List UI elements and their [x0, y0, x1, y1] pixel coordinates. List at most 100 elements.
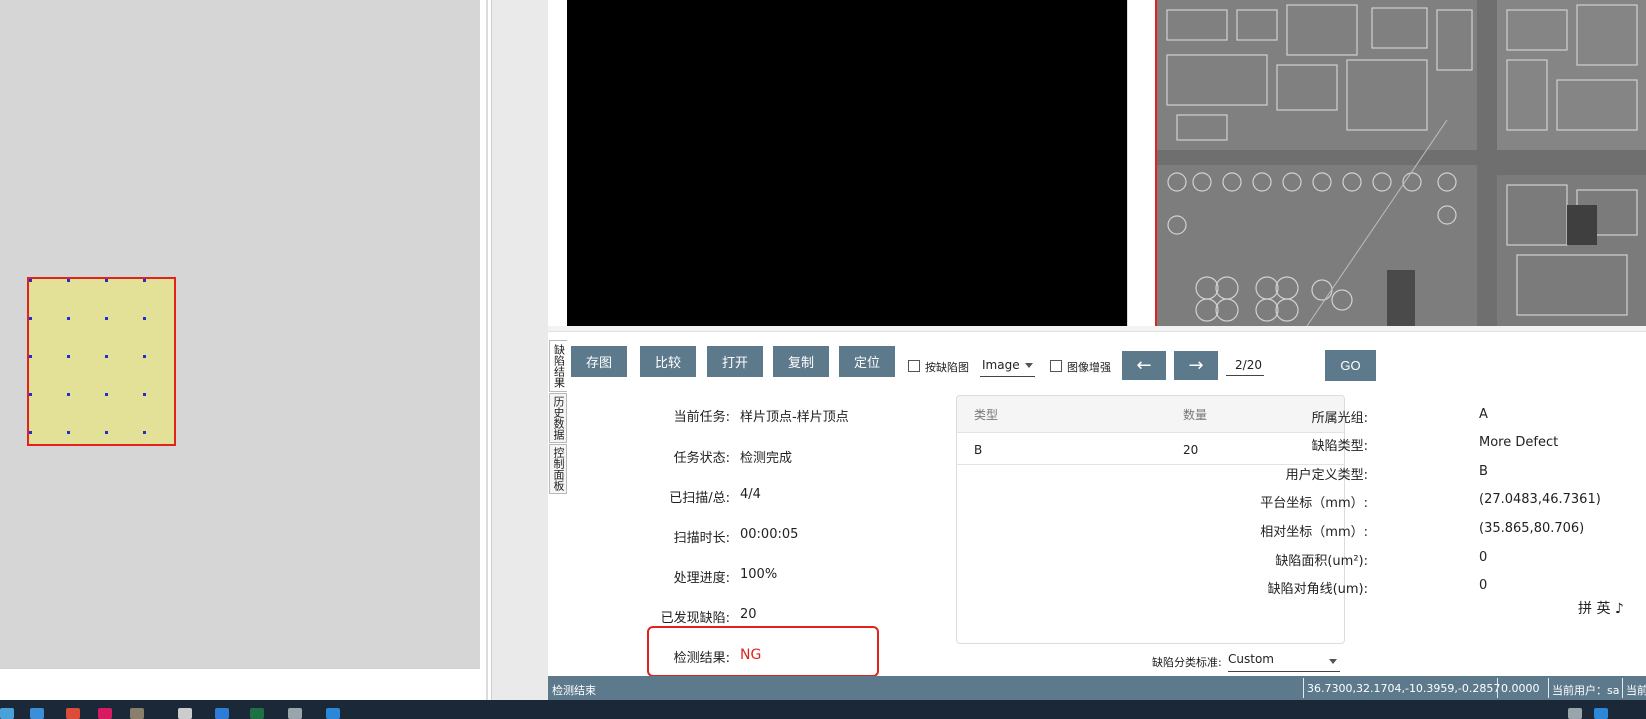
current-task-label: 当前任务:: [673, 410, 730, 425]
scan-point: [29, 393, 32, 396]
page-indicator-input[interactable]: 2/20: [1226, 358, 1264, 376]
excel-icon[interactable]: [250, 708, 264, 719]
open-button[interactable]: 打开: [707, 346, 763, 377]
splitter-gap: [492, 0, 548, 700]
scan-point: [29, 431, 32, 434]
scan-point: [143, 355, 146, 358]
user-type-label: 用户定义类型:: [1285, 468, 1368, 483]
status-message: 检测结束: [552, 684, 596, 697]
defect-type-value: More Defect: [1479, 435, 1559, 450]
cell-type: B: [974, 443, 983, 457]
wafer-map-canvas[interactable]: [0, 0, 480, 668]
scan-point: [143, 393, 146, 396]
defect-area-value: 0: [1479, 550, 1488, 565]
defect-summary-table: 类型 数量 B 20: [956, 395, 1345, 644]
task-status-value: 检测完成: [740, 451, 793, 466]
go-button[interactable]: GO: [1325, 350, 1376, 381]
panel-splitter[interactable]: [486, 0, 488, 700]
status-divider: [1303, 678, 1304, 698]
status-divider: [1622, 678, 1623, 698]
scanned-total-value: 4/4: [740, 487, 761, 502]
relative-coord-value: (35.865,80.706): [1479, 521, 1585, 536]
left-panel-footer: [0, 668, 486, 700]
os-taskbar: [0, 700, 1646, 719]
status-tail: 当前: [1626, 684, 1646, 697]
next-button[interactable]: →: [1174, 351, 1218, 380]
image-type-value: Image: [982, 358, 1020, 372]
scan-point: [105, 355, 108, 358]
scan-point: [143, 431, 146, 434]
defect-image-view[interactable]: [567, 0, 1127, 326]
scan-point: [105, 317, 108, 320]
result-value: NG: [740, 647, 762, 663]
by-defect-map-checkbox[interactable]: [908, 360, 920, 372]
result-label: 检测结果:: [673, 651, 730, 666]
chevron-down-icon: [1329, 659, 1337, 664]
image-enhance-label: 图像增强: [1067, 361, 1111, 374]
classification-standard-value: Custom: [1228, 652, 1274, 666]
scan-points: [29, 279, 146, 434]
wafer-map-panel: [0, 0, 486, 700]
classification-standard-label: 缺陷分类标准:: [1152, 656, 1222, 669]
classification-standard-select[interactable]: Custom: [1228, 652, 1340, 672]
prev-button[interactable]: ←: [1122, 351, 1166, 380]
tray-icon[interactable]: [1568, 708, 1582, 719]
status-bar: 检测结束 36.7300,32.1704,-10.3959,-0.2857 0.…: [548, 676, 1646, 700]
scan-point: [143, 317, 146, 320]
compare-button[interactable]: 比较: [640, 346, 696, 377]
scan-point: [29, 355, 32, 358]
save-image-button[interactable]: 存图: [571, 346, 627, 377]
progress-label: 处理进度:: [673, 571, 730, 586]
sample-region[interactable]: [27, 277, 176, 446]
task-status-label: 任务状态:: [673, 451, 730, 466]
image-type-select[interactable]: Image: [980, 355, 1035, 377]
scan-point: [67, 393, 70, 396]
ime-indicator[interactable]: 拼 英 ♪: [1578, 598, 1624, 618]
progress-value: 100%: [740, 567, 778, 582]
inspection-app-icon[interactable]: [130, 708, 144, 719]
stage-coord-value: (27.0483,46.7361): [1479, 492, 1601, 507]
microscope-image-view[interactable]: [1155, 0, 1646, 326]
browser-icon[interactable]: [215, 708, 229, 719]
calendar-icon[interactable]: [30, 708, 44, 719]
tray-app-icon[interactable]: [1594, 708, 1608, 719]
defects-found-value: 20: [740, 607, 757, 622]
chevron-down-icon: [1025, 363, 1033, 368]
circuit-pattern-image: [1157, 0, 1646, 326]
copy-button[interactable]: 复制: [773, 346, 829, 377]
scanned-total-label: 已扫描/总:: [669, 491, 730, 506]
scan-point: [67, 317, 70, 320]
media-player-icon[interactable]: [98, 708, 112, 719]
defect-diagonal-label: 缺陷对角线(um):: [1267, 582, 1368, 597]
scan-point: [67, 431, 70, 434]
by-defect-map-label: 按缺陷图: [925, 361, 969, 374]
chrome-icon[interactable]: [66, 708, 80, 719]
gear-icon[interactable]: [178, 708, 192, 719]
terminal-icon[interactable]: [288, 708, 302, 719]
scan-point: [143, 279, 146, 282]
status-coords: 36.7300,32.1704,-10.3959,-0.2857: [1307, 682, 1501, 695]
defect-image-scrollbar[interactable]: [1127, 0, 1155, 326]
scan-point: [67, 279, 70, 282]
locate-button[interactable]: 定位: [839, 346, 895, 377]
taskbar-app-icon[interactable]: [0, 708, 14, 719]
user-type-value: B: [1479, 464, 1488, 479]
relative-coord-label: 相对坐标（mm）:: [1260, 525, 1368, 540]
defect-diagonal-value: 0: [1479, 578, 1488, 593]
status-value: 0.0000: [1501, 682, 1540, 695]
scan-point-grid: [29, 279, 146, 434]
scan-point: [105, 431, 108, 434]
remote-app-icon[interactable]: [326, 708, 340, 719]
tab-defect-result[interactable]: 缺陷结果: [549, 340, 567, 392]
current-task-value: 样片顶点-样片顶点: [740, 410, 849, 425]
scan-duration-label: 扫描时长:: [673, 531, 730, 546]
scan-point: [29, 279, 32, 282]
image-enhance-checkbox[interactable]: [1050, 360, 1062, 372]
scan-point: [67, 355, 70, 358]
scan-point: [29, 317, 32, 320]
defect-area-label: 缺陷面积(um²):: [1275, 554, 1368, 569]
scan-point: [105, 279, 108, 282]
defects-found-label: 已发现缺陷:: [660, 611, 730, 626]
header-type: 类型: [974, 408, 999, 422]
defect-type-label: 缺陷类型:: [1311, 439, 1368, 454]
